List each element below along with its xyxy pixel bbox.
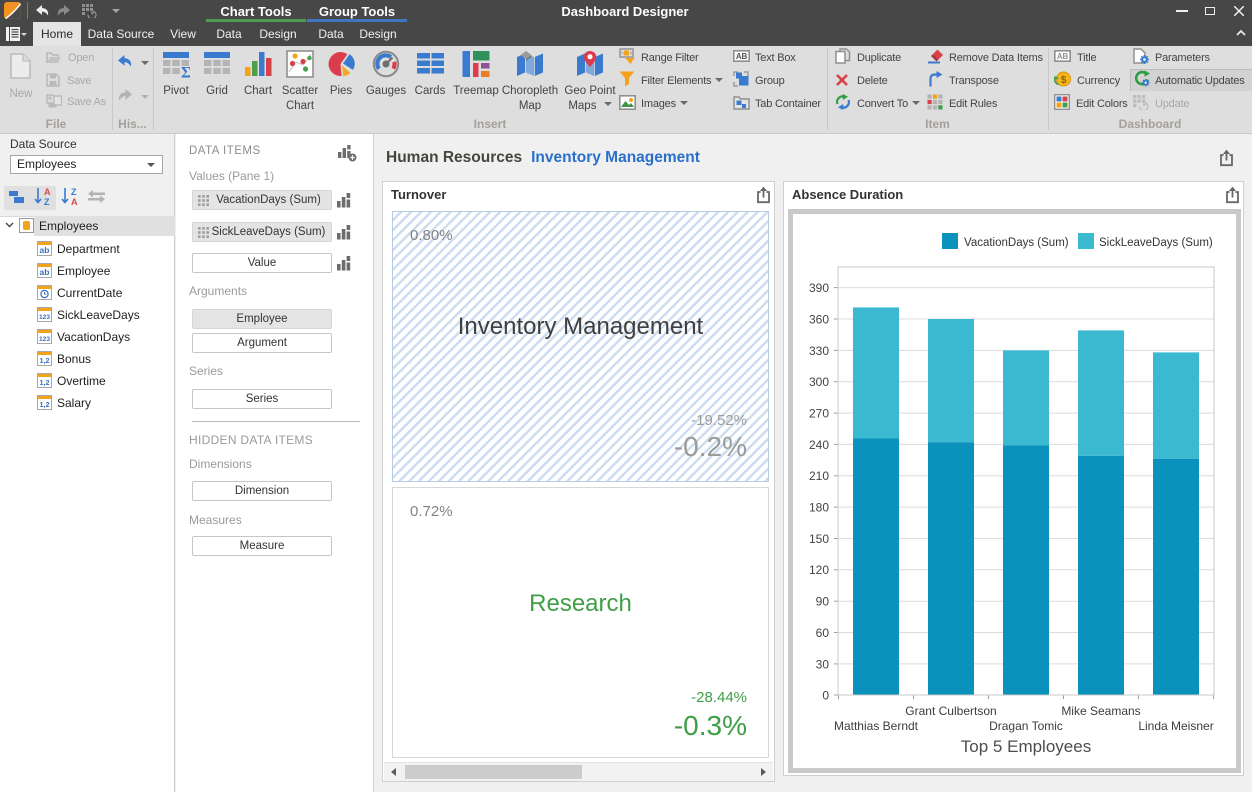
svg-text:150: 150 [809, 532, 829, 546]
svg-text:123: 123 [39, 336, 50, 343]
svg-text:Linda Meisner: Linda Meisner [1138, 719, 1213, 733]
svg-text:1,2: 1,2 [40, 378, 50, 387]
svg-text:Dragan Tomic: Dragan Tomic [989, 719, 1063, 733]
svg-text:ab: ab [40, 245, 50, 255]
svg-text:360: 360 [809, 312, 829, 326]
svg-text:120: 120 [809, 563, 829, 577]
svg-text:90: 90 [816, 595, 830, 609]
svg-text:300: 300 [809, 375, 829, 389]
svg-text:30: 30 [816, 657, 830, 671]
svg-text:330: 330 [809, 344, 829, 358]
svg-text:Grant Culbertson: Grant Culbertson [905, 704, 996, 718]
svg-text:ab: ab [40, 267, 50, 277]
svg-text:1,2: 1,2 [40, 400, 50, 409]
svg-text:Z: Z [71, 187, 77, 197]
svg-text:123: 123 [39, 314, 50, 321]
svg-text:60: 60 [816, 626, 830, 640]
svg-text:A: A [44, 187, 51, 197]
svg-text:270: 270 [809, 407, 829, 421]
svg-text:180: 180 [809, 501, 829, 515]
svg-text:SickLeaveDays (Sum): SickLeaveDays (Sum) [1099, 237, 1213, 249]
svg-text:Mike Seamans: Mike Seamans [1061, 704, 1140, 718]
svg-text:Matthias Berndt: Matthias Berndt [834, 719, 919, 733]
svg-text:1,2: 1,2 [40, 356, 50, 365]
svg-text:Top 5 Employees: Top 5 Employees [961, 737, 1091, 756]
svg-text:$: $ [1061, 75, 1067, 86]
svg-text:A: A [71, 197, 78, 206]
svg-text:210: 210 [809, 469, 829, 483]
svg-text:AB: AB [736, 52, 748, 61]
svg-text:0: 0 [822, 688, 829, 702]
svg-text:VacationDays (Sum): VacationDays (Sum) [964, 237, 1069, 249]
svg-text:240: 240 [809, 438, 829, 452]
svg-text:390: 390 [809, 281, 829, 295]
svg-text:Z: Z [44, 197, 50, 206]
svg-text:AB: AB [1057, 52, 1069, 61]
